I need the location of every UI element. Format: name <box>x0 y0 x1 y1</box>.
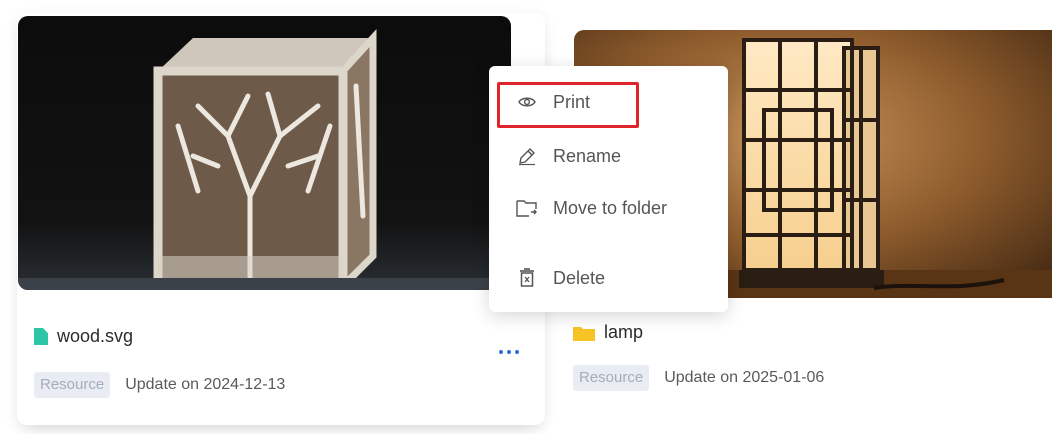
menu-item-delete[interactable]: Delete <box>489 258 728 298</box>
file-name-label: wood.svg <box>57 326 134 346</box>
menu-label: Move to folder <box>553 197 668 218</box>
menu-item-move-to-folder[interactable]: Move to folder <box>489 188 728 228</box>
resource-badge: Resource <box>573 365 650 391</box>
file-meta-lamp: Resource Update on 2025-01-06 <box>573 365 824 391</box>
menu-label: Rename <box>553 145 622 166</box>
file-grid: wood.svg Resource Update on 2024-12-13 l… <box>0 0 1052 434</box>
update-date: Update on 2025-01-06 <box>664 369 825 386</box>
dot-icon <box>515 350 519 354</box>
folder-icon <box>573 326 595 341</box>
dot-icon <box>499 350 503 354</box>
context-menu: Print Rename Move to folder Delete <box>489 66 728 312</box>
move-folder-icon <box>516 197 538 219</box>
menu-label: Print <box>553 91 591 112</box>
file-name-wood[interactable]: wood.svg <box>34 326 133 347</box>
trash-icon <box>516 267 538 289</box>
file-icon <box>34 328 48 345</box>
menu-item-print[interactable]: Print <box>489 82 728 122</box>
file-name-label: lamp <box>604 322 644 342</box>
pencil-icon <box>516 145 538 167</box>
update-date: Update on 2024-12-13 <box>125 376 286 393</box>
menu-item-rename[interactable]: Rename <box>489 136 728 176</box>
resource-badge: Resource <box>34 372 111 398</box>
more-options-button[interactable] <box>494 343 524 361</box>
eye-icon <box>516 91 538 113</box>
thumbnail-wood[interactable] <box>18 16 511 290</box>
menu-label: Delete <box>553 267 606 288</box>
dot-icon <box>507 350 511 354</box>
file-meta-wood: Resource Update on 2024-12-13 <box>34 372 285 398</box>
file-name-lamp[interactable]: lamp <box>573 322 643 343</box>
wood-lantern-image <box>18 16 511 290</box>
